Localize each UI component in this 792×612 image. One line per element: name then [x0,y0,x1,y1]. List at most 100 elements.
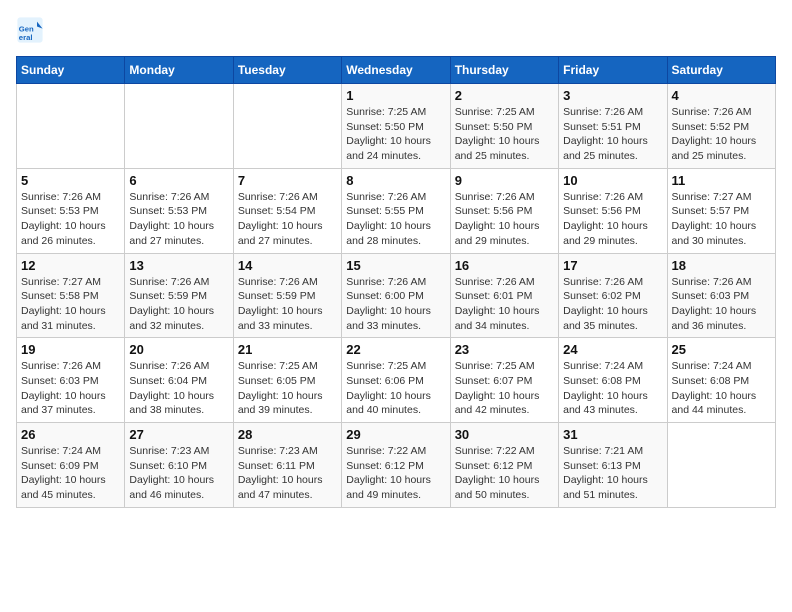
calendar-cell: 28 Sunrise: 7:23 AMSunset: 6:11 PMDayligh… [233,423,341,508]
day-info: Sunrise: 7:26 AMSunset: 5:53 PMDaylight:… [129,190,228,249]
page-header: Gen eral [16,16,776,44]
calendar-cell: 4 Sunrise: 7:26 AMSunset: 5:52 PMDaylight… [667,84,775,169]
day-number: 25 [672,342,771,357]
day-info: Sunrise: 7:25 AMSunset: 6:06 PMDaylight:… [346,359,445,418]
day-info: Sunrise: 7:26 AMSunset: 5:59 PMDaylight:… [129,275,228,334]
calendar-cell [125,84,233,169]
day-number: 17 [563,258,662,273]
day-info: Sunrise: 7:25 AMSunset: 5:50 PMDaylight:… [455,105,554,164]
day-info: Sunrise: 7:22 AMSunset: 6:12 PMDaylight:… [346,444,445,503]
calendar-cell: 11 Sunrise: 7:27 AMSunset: 5:57 PMDayligh… [667,168,775,253]
day-number: 14 [238,258,337,273]
calendar-cell: 31Sunrise: 7:21 AMSunset: 6:13 PMDayligh… [559,423,667,508]
day-number: 19 [21,342,120,357]
calendar-cell: 15 Sunrise: 7:26 AMSunset: 6:00 PMDayligh… [342,253,450,338]
calendar-cell: 1 Sunrise: 7:25 AMSunset: 5:50 PMDaylight… [342,84,450,169]
calendar-cell: 22 Sunrise: 7:25 AMSunset: 6:06 PMDayligh… [342,338,450,423]
day-info: Sunrise: 7:26 AMSunset: 6:00 PMDaylight:… [346,275,445,334]
day-of-week-header: Wednesday [342,57,450,84]
day-info: Sunrise: 7:22 AMSunset: 6:12 PMDaylight:… [455,444,554,503]
day-info: Sunrise: 7:27 AMSunset: 5:57 PMDaylight:… [672,190,771,249]
day-number: 22 [346,342,445,357]
calendar-cell: 24 Sunrise: 7:24 AMSunset: 6:08 PMDayligh… [559,338,667,423]
calendar-cell: 14 Sunrise: 7:26 AMSunset: 5:59 PMDayligh… [233,253,341,338]
day-info: Sunrise: 7:26 AMSunset: 5:51 PMDaylight:… [563,105,662,164]
day-number: 16 [455,258,554,273]
day-number: 30 [455,427,554,442]
day-number: 5 [21,173,120,188]
day-info: Sunrise: 7:23 AMSunset: 6:11 PMDaylight:… [238,444,337,503]
day-number: 23 [455,342,554,357]
day-number: 29 [346,427,445,442]
day-info: Sunrise: 7:25 AMSunset: 6:07 PMDaylight:… [455,359,554,418]
day-info: Sunrise: 7:25 AMSunset: 6:05 PMDaylight:… [238,359,337,418]
day-number: 9 [455,173,554,188]
calendar-week-row: 26Sunrise: 7:24 AMSunset: 6:09 PMDayligh… [17,423,776,508]
calendar-week-row: 5 Sunrise: 7:26 AMSunset: 5:53 PMDaylight… [17,168,776,253]
day-info: Sunrise: 7:26 AMSunset: 5:56 PMDaylight:… [455,190,554,249]
calendar-table: SundayMondayTuesdayWednesdayThursdayFrid… [16,56,776,508]
day-number: 27 [129,427,228,442]
calendar-cell [233,84,341,169]
svg-text:eral: eral [19,33,33,42]
calendar-cell: 20Sunrise: 7:26 AMSunset: 6:04 PMDayligh… [125,338,233,423]
day-info: Sunrise: 7:26 AMSunset: 6:03 PMDaylight:… [21,359,120,418]
day-info: Sunrise: 7:26 AMSunset: 5:56 PMDaylight:… [563,190,662,249]
day-info: Sunrise: 7:26 AMSunset: 5:54 PMDaylight:… [238,190,337,249]
day-number: 15 [346,258,445,273]
day-info: Sunrise: 7:24 AMSunset: 6:09 PMDaylight:… [21,444,120,503]
day-number: 7 [238,173,337,188]
calendar-week-row: 12 Sunrise: 7:27 AMSunset: 5:58 PMDayligh… [17,253,776,338]
day-number: 11 [672,173,771,188]
day-number: 24 [563,342,662,357]
calendar-cell: 8 Sunrise: 7:26 AMSunset: 5:55 PMDaylight… [342,168,450,253]
calendar-cell [17,84,125,169]
calendar-cell: 27 Sunrise: 7:23 AMSunset: 6:10 PMDayligh… [125,423,233,508]
calendar-cell: 12 Sunrise: 7:27 AMSunset: 5:58 PMDayligh… [17,253,125,338]
day-info: Sunrise: 7:26 AMSunset: 6:01 PMDaylight:… [455,275,554,334]
day-of-week-header: Thursday [450,57,558,84]
day-info: Sunrise: 7:25 AMSunset: 5:50 PMDaylight:… [346,105,445,164]
day-info: Sunrise: 7:21 AMSunset: 6:13 PMDaylight:… [563,444,662,503]
day-number: 3 [563,88,662,103]
day-number: 4 [672,88,771,103]
calendar-cell [667,423,775,508]
day-number: 20 [129,342,228,357]
calendar-cell: 17 Sunrise: 7:26 AMSunset: 6:02 PMDayligh… [559,253,667,338]
day-number: 10 [563,173,662,188]
day-number: 18 [672,258,771,273]
day-number: 13 [129,258,228,273]
day-info: Sunrise: 7:27 AMSunset: 5:58 PMDaylight:… [21,275,120,334]
day-info: Sunrise: 7:26 AMSunset: 5:55 PMDaylight:… [346,190,445,249]
calendar-cell: 9 Sunrise: 7:26 AMSunset: 5:56 PMDaylight… [450,168,558,253]
calendar-cell: 3 Sunrise: 7:26 AMSunset: 5:51 PMDaylight… [559,84,667,169]
day-number: 8 [346,173,445,188]
calendar-cell: 18 Sunrise: 7:26 AMSunset: 6:03 PMDayligh… [667,253,775,338]
day-info: Sunrise: 7:26 AMSunset: 6:03 PMDaylight:… [672,275,771,334]
svg-text:Gen: Gen [19,24,34,33]
calendar-cell: 23 Sunrise: 7:25 AMSunset: 6:07 PMDayligh… [450,338,558,423]
calendar-cell: 19 Sunrise: 7:26 AMSunset: 6:03 PMDayligh… [17,338,125,423]
day-of-week-header: Saturday [667,57,775,84]
calendar-cell: 16 Sunrise: 7:26 AMSunset: 6:01 PMDayligh… [450,253,558,338]
day-info: Sunrise: 7:26 AMSunset: 5:52 PMDaylight:… [672,105,771,164]
calendar-week-row: 1 Sunrise: 7:25 AMSunset: 5:50 PMDaylight… [17,84,776,169]
calendar-cell: 6Sunrise: 7:26 AMSunset: 5:53 PMDaylight… [125,168,233,253]
day-info: Sunrise: 7:24 AMSunset: 6:08 PMDaylight:… [563,359,662,418]
calendar-week-row: 19 Sunrise: 7:26 AMSunset: 6:03 PMDayligh… [17,338,776,423]
calendar-cell: 2Sunrise: 7:25 AMSunset: 5:50 PMDaylight… [450,84,558,169]
calendar-cell: 7 Sunrise: 7:26 AMSunset: 5:54 PMDaylight… [233,168,341,253]
day-info: Sunrise: 7:24 AMSunset: 6:08 PMDaylight:… [672,359,771,418]
day-info: Sunrise: 7:23 AMSunset: 6:10 PMDaylight:… [129,444,228,503]
day-number: 28 [238,427,337,442]
day-number: 1 [346,88,445,103]
calendar-cell: 30 Sunrise: 7:22 AMSunset: 6:12 PMDayligh… [450,423,558,508]
day-info: Sunrise: 7:26 AMSunset: 6:02 PMDaylight:… [563,275,662,334]
logo-icon: Gen eral [16,16,44,44]
calendar-cell: 25 Sunrise: 7:24 AMSunset: 6:08 PMDayligh… [667,338,775,423]
day-number: 12 [21,258,120,273]
day-info: Sunrise: 7:26 AMSunset: 5:53 PMDaylight:… [21,190,120,249]
calendar-cell: 10 Sunrise: 7:26 AMSunset: 5:56 PMDayligh… [559,168,667,253]
day-info: Sunrise: 7:26 AMSunset: 5:59 PMDaylight:… [238,275,337,334]
calendar-cell: 29 Sunrise: 7:22 AMSunset: 6:12 PMDayligh… [342,423,450,508]
